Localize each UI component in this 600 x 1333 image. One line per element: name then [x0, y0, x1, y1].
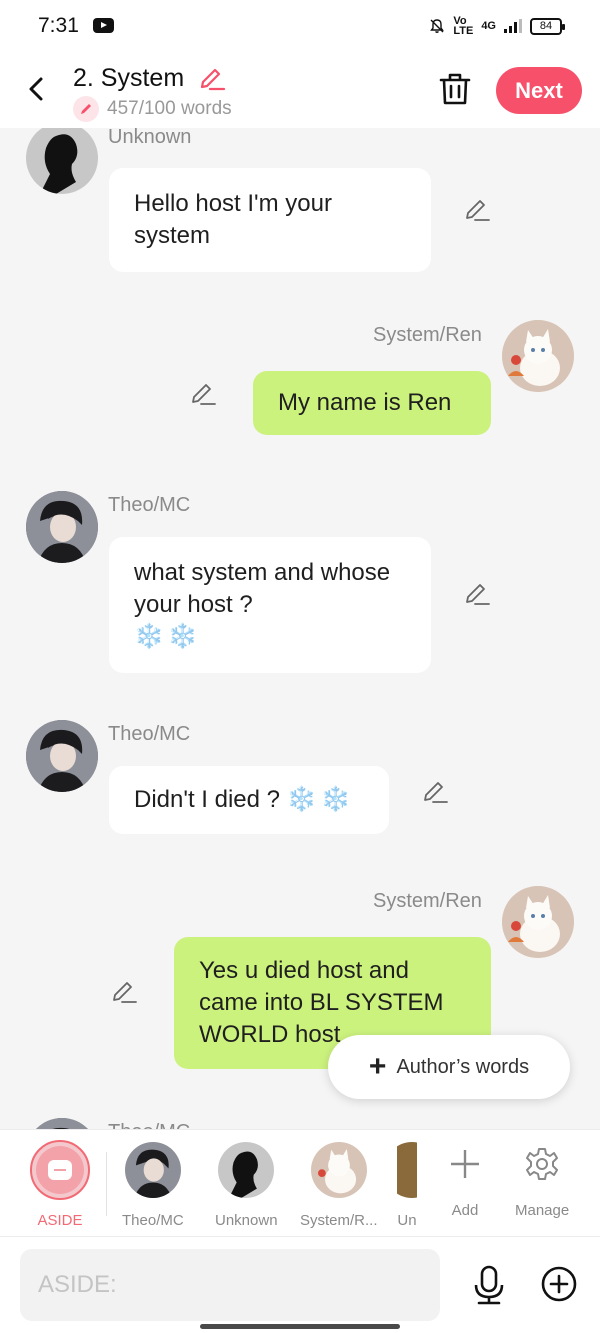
- speaker-name: Theo/MC: [108, 723, 191, 745]
- microphone-icon[interactable]: [471, 1265, 507, 1305]
- gear-icon: [526, 1148, 559, 1180]
- add-character-button[interactable]: Add: [447, 1130, 483, 1219]
- aside-input[interactable]: [20, 1249, 440, 1321]
- character-label: ASIDE: [37, 1212, 83, 1229]
- plus-icon: [451, 1150, 479, 1178]
- character-unknown-partial[interactable]: Un: [397, 1130, 417, 1229]
- edit-message-pencil-icon[interactable]: [110, 979, 138, 1005]
- avatar: [310, 1142, 367, 1198]
- message-bubble[interactable]: My name is Ren: [253, 371, 491, 435]
- snowflake-emoji: ❄️❄️: [134, 623, 202, 650]
- battery-icon: 84: [530, 17, 565, 35]
- manage-label: Manage: [515, 1202, 570, 1219]
- character-aside[interactable]: ASIDE: [30, 1130, 90, 1229]
- author-words-label: Author’s words: [396, 1055, 530, 1078]
- author-words-button[interactable]: + Author’s words: [328, 1035, 570, 1099]
- snowflake-emoji: ❄️❄️: [286, 786, 355, 813]
- avatar-theo-mc[interactable]: [26, 1118, 98, 1129]
- speaker-name: Unknown: [108, 128, 192, 148]
- home-indicator[interactable]: [200, 1324, 400, 1329]
- status-time: 7:31: [38, 14, 79, 37]
- add-circle-icon[interactable]: [541, 1266, 577, 1302]
- page-title: 2. System: [73, 64, 185, 92]
- input-bar: [0, 1237, 600, 1333]
- speaker-name: System/Ren: [373, 324, 482, 346]
- aside-icon: [48, 1160, 72, 1180]
- volte-indicator: Vo LTE: [453, 15, 474, 37]
- title-edit-pencil-icon[interactable]: [198, 66, 226, 92]
- character-label: System/R...: [300, 1212, 378, 1229]
- youtube-icon: [93, 18, 114, 33]
- message-bubble[interactable]: what system and whose your host ? ❄️❄️: [109, 537, 431, 673]
- avatar-unknown[interactable]: [26, 128, 98, 194]
- next-button[interactable]: Next: [496, 67, 582, 114]
- edit-message-pencil-icon[interactable]: [421, 779, 449, 805]
- word-count-text: 457/100 words: [107, 98, 232, 119]
- character-unknown[interactable]: Unknown: [215, 1130, 278, 1229]
- avatar-theo-mc[interactable]: [26, 491, 98, 563]
- speaker-name: Theo/MC: [108, 494, 191, 516]
- avatar-system-ren[interactable]: [502, 886, 574, 958]
- back-arrow-icon[interactable]: [22, 74, 52, 104]
- edit-message-pencil-icon[interactable]: [463, 581, 491, 607]
- status-bar: 7:31 Vo LTE 4G 84: [0, 0, 600, 56]
- word-count: 457/100 words: [73, 96, 232, 122]
- signal-icon: [504, 19, 522, 33]
- character-bar: ASIDE Theo/MC Unknown System/R... Un Add…: [0, 1129, 600, 1237]
- network-indicator: 4G: [481, 20, 496, 32]
- avatar-system-ren[interactable]: [502, 320, 574, 392]
- divider: [106, 1152, 107, 1216]
- pencil-badge-icon: [73, 96, 99, 122]
- character-system-ren[interactable]: System/R...: [300, 1130, 378, 1229]
- add-label: Add: [451, 1202, 479, 1219]
- avatar-theo-mc[interactable]: [26, 720, 98, 792]
- message-bubble[interactable]: Hello host I'm your system: [109, 168, 431, 272]
- plus-icon: +: [368, 1050, 387, 1083]
- speaker-name: System/Ren: [373, 890, 482, 912]
- character-theo-mc[interactable]: Theo/MC: [122, 1130, 184, 1229]
- bell-off-icon: [430, 19, 445, 33]
- manage-button[interactable]: Manage: [515, 1130, 569, 1219]
- aside-avatar: [30, 1140, 90, 1200]
- speaker-name: Theo/MC: [108, 1121, 190, 1129]
- avatar: [397, 1142, 417, 1198]
- message-bubble[interactable]: Didn't I died ? ❄️❄️: [109, 766, 389, 834]
- character-label: Theo/MC: [122, 1212, 184, 1229]
- header: 2. System 457/100 words Next: [0, 56, 600, 128]
- edit-message-pencil-icon[interactable]: [463, 197, 491, 223]
- status-icons: Vo LTE 4G 84: [429, 15, 565, 37]
- character-label: Un: [397, 1212, 417, 1229]
- trash-icon[interactable]: [439, 72, 471, 106]
- edit-message-pencil-icon[interactable]: [189, 381, 217, 407]
- chat-area[interactable]: Unknown Hello host I'm your system Syste…: [0, 128, 600, 1129]
- avatar: [124, 1142, 181, 1198]
- avatar: [218, 1142, 275, 1198]
- character-label: Unknown: [215, 1212, 278, 1229]
